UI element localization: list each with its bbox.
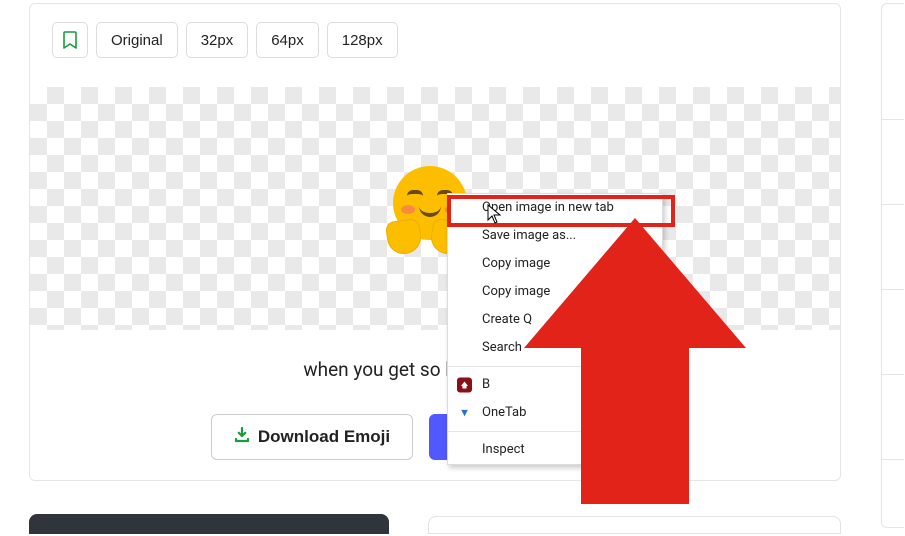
onetab-icon: ▾	[457, 406, 472, 421]
cm-label: B	[482, 377, 490, 393]
cm-create-qr[interactable]: Create Q age	[448, 306, 662, 334]
emoji-card: Original 32px 64px 128px when you get so…	[29, 3, 841, 481]
cm-copy-image-address[interactable]: Copy image	[448, 278, 662, 306]
cm-label: Copy image	[482, 284, 550, 300]
cm-label-trail: ...	[644, 377, 654, 393]
side-panel	[881, 3, 904, 528]
cm-label: Open image in new tab	[482, 200, 614, 216]
download-emoji-button[interactable]: Download Emoji	[211, 414, 413, 460]
size-toolbar: Original 32px 64px 128px	[30, 4, 840, 72]
cm-save-image-as[interactable]: Save image as...	[448, 222, 662, 250]
cm-open-image-new-tab[interactable]: Open image in new tab	[448, 194, 662, 222]
dark-footer-fragment	[29, 514, 389, 534]
size-64-button[interactable]: 64px	[256, 22, 319, 58]
size-128-button[interactable]: 128px	[327, 22, 398, 58]
cm-separator	[448, 431, 662, 432]
cm-label: Search	[482, 340, 522, 356]
cm-label: Create Q	[482, 312, 532, 328]
bookmark-button[interactable]	[52, 22, 88, 58]
action-row: Download Emoji Add	[30, 414, 840, 460]
chevron-right-icon: ▶	[646, 405, 654, 421]
cm-label: Inspect	[482, 442, 525, 458]
cm-copy-image[interactable]: Copy image	[448, 250, 662, 278]
cm-label: Copy image	[482, 256, 550, 272]
cm-inspect[interactable]: Inspect	[448, 436, 662, 464]
cm-label: OneTab	[482, 405, 526, 421]
cm-ublock[interactable]: B ...	[448, 371, 662, 399]
context-menu: Open image in new tab Save image as... C…	[447, 193, 663, 465]
light-footer-fragment	[428, 516, 841, 534]
bookmark-icon	[63, 31, 77, 49]
download-icon	[234, 427, 250, 448]
cm-separator	[448, 366, 662, 367]
size-original-button[interactable]: Original	[96, 22, 178, 58]
cm-label-trail: s	[647, 340, 654, 356]
cm-label-trail: age	[633, 312, 654, 328]
cm-onetab[interactable]: ▾ OneTab ▶	[448, 399, 662, 427]
ublock-icon	[457, 378, 472, 393]
size-32-button[interactable]: 32px	[186, 22, 249, 58]
emoji-preview-area[interactable]	[30, 87, 840, 330]
cm-label: Save image as...	[482, 228, 576, 244]
emoji-caption: when you get so lost in thought	[30, 358, 840, 381]
cm-search-image[interactable]: Search s	[448, 334, 662, 362]
download-label: Download Emoji	[258, 427, 390, 447]
